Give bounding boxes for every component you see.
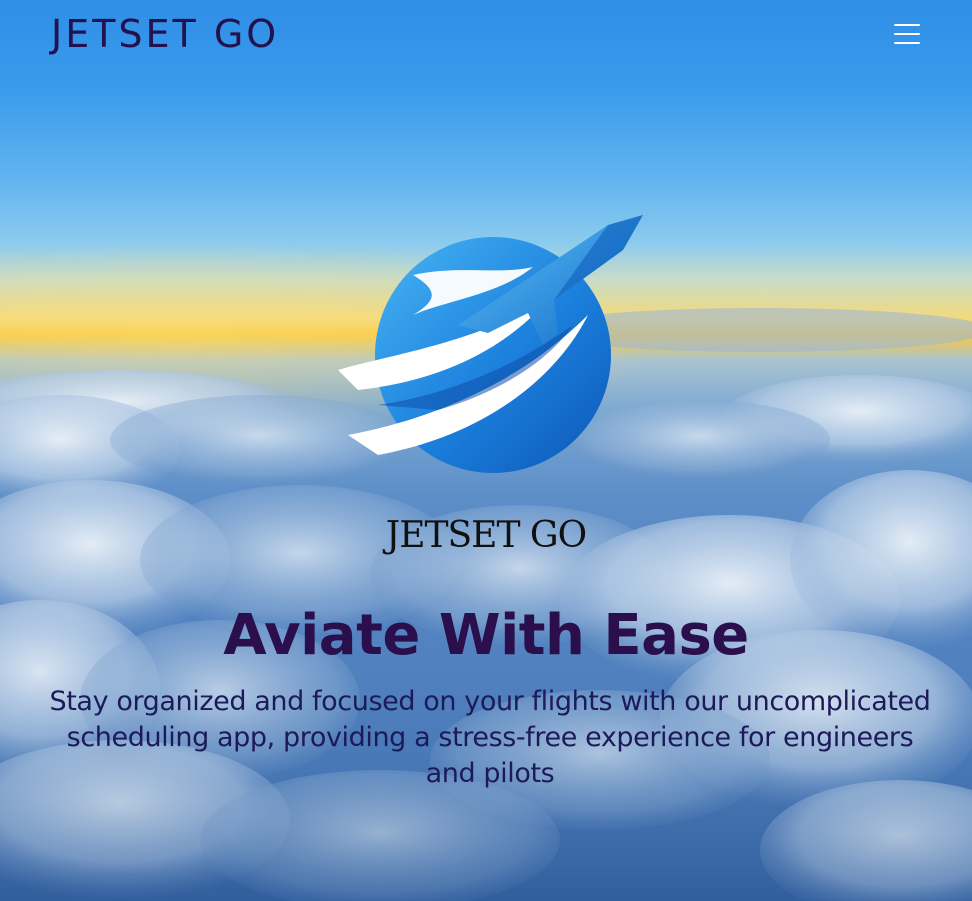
brand-name[interactable]: JETSET GO bbox=[51, 12, 279, 56]
top-navigation: JETSET GO bbox=[0, 0, 972, 70]
hero-section: JETSET GO JETSET GO Aviate With Ease Sta… bbox=[0, 0, 972, 901]
hamburger-menu-icon[interactable] bbox=[891, 20, 923, 50]
logo-wordmark: JETSET GO bbox=[385, 515, 587, 556]
hero-description: Stay organized and focused on your fligh… bbox=[49, 686, 931, 789]
hero-headline: Aviate With Ease bbox=[223, 603, 749, 668]
jet-globe-logo-icon bbox=[338, 215, 643, 473]
